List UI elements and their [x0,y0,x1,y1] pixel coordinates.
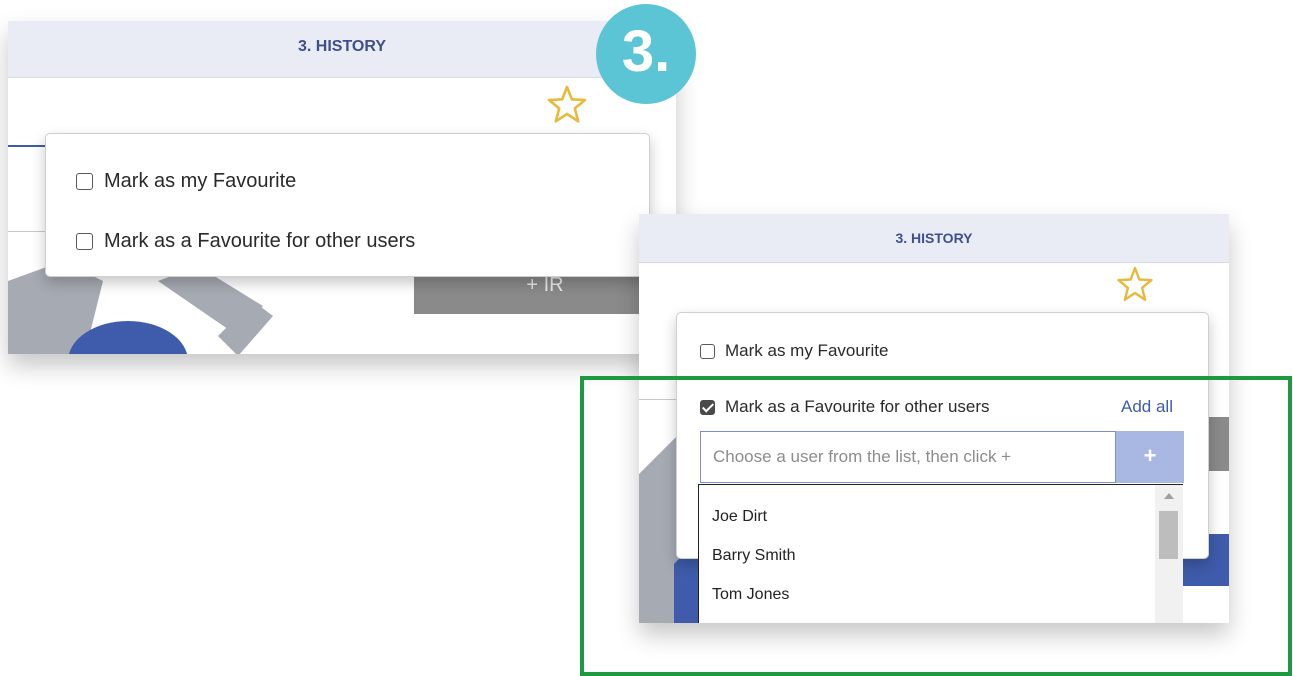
star-icon[interactable] [545,83,589,127]
history-title: 3. HISTORY [297,38,387,55]
other-users-label: Mark as a Favourite for other users [104,230,416,252]
my-favourite-checkbox[interactable] [700,343,715,359]
history-header: 3. HISTORY [639,214,1229,263]
history-title: 3. HISTORY [895,230,973,246]
option-mark-favourite-other-users[interactable]: Mark as a Favourite for other users [76,230,415,253]
my-favourite-label: Mark as my Favourite [104,170,297,192]
highlight-frame [580,376,1292,676]
step-badge: 3. [596,4,696,104]
history-panel-before: 3. HISTORY + IR Mark as my Favourite Mar… [8,21,676,354]
history-header: 3. HISTORY [8,21,676,78]
option-mark-my-favourite[interactable]: Mark as my Favourite [76,170,296,193]
option-mark-my-favourite[interactable]: Mark as my Favourite [700,341,888,361]
my-favourite-label: Mark as my Favourite [725,341,889,360]
other-users-checkbox[interactable] [76,233,93,250]
my-favourite-checkbox[interactable] [76,173,93,190]
favourite-dropdown: Mark as my Favourite Mark as a Favourite… [45,133,650,277]
star-icon[interactable] [1113,265,1157,305]
